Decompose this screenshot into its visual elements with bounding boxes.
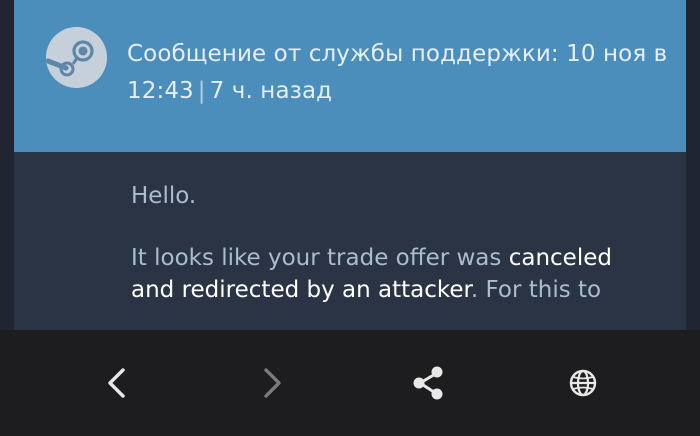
header-timestamp: 12:43 | 7 ч. назад <box>127 73 672 110</box>
message-intro-text: It looks like your trade offer was <box>131 245 509 271</box>
message-header: Сообщение от службы поддержки: 10 ноя в … <box>14 0 686 152</box>
support-message-screen: Сообщение от службы поддержки: 10 ноя в … <box>0 0 700 436</box>
message-greeting: Hello. <box>131 183 197 209</box>
globe-icon <box>569 369 597 397</box>
back-icon <box>108 368 125 398</box>
forward-button[interactable] <box>252 363 292 403</box>
browser-nav-bar <box>0 330 700 436</box>
message-after-text: . For this to <box>470 277 602 303</box>
message-header-text: Сообщение от службы поддержки: 10 ноя в … <box>127 36 672 110</box>
page-right-margin <box>686 0 700 330</box>
back-button[interactable] <box>97 363 137 403</box>
header-title: Сообщение от службы поддержки: 10 ноя в <box>127 41 668 67</box>
message-paragraph: It looks like your trade offer was cance… <box>131 242 651 306</box>
header-separator: | <box>197 78 206 104</box>
message-text: Hello. It looks like your trade offer wa… <box>131 180 651 330</box>
steam-logo-icon <box>46 27 107 88</box>
header-time: 12:43 <box>127 78 194 104</box>
page-left-margin <box>0 0 14 330</box>
share-button[interactable] <box>408 363 448 403</box>
forward-icon <box>264 368 281 398</box>
globe-button[interactable] <box>563 363 603 403</box>
share-icon <box>413 366 443 400</box>
header-relative-time: 7 ч. назад <box>209 78 333 104</box>
message-body: Hello. It looks like your trade offer wa… <box>14 152 686 330</box>
